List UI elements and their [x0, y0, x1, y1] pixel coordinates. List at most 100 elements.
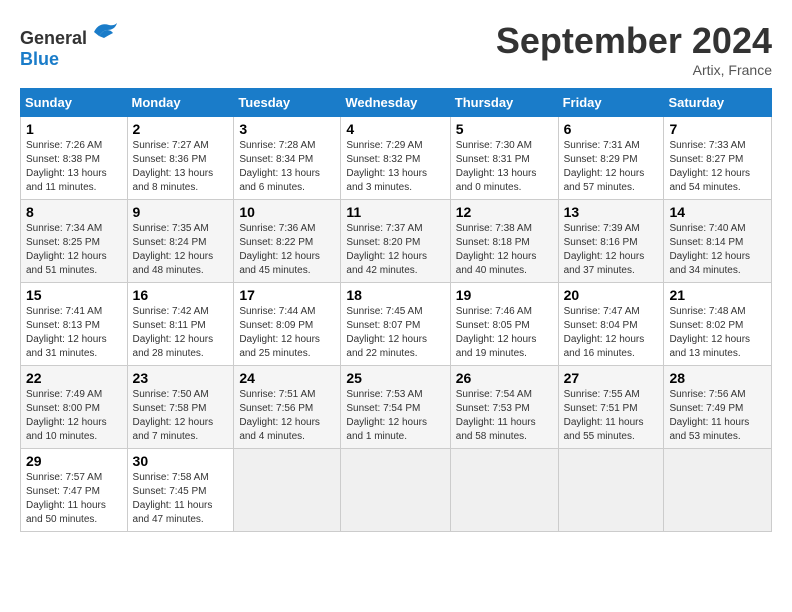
day-number: 10 — [239, 204, 335, 220]
day-detail: Sunrise: 7:50 AMSunset: 7:58 PMDaylight:… — [133, 389, 214, 442]
calendar-cell: 27 Sunrise: 7:55 AMSunset: 7:51 PMDayligh… — [558, 366, 664, 449]
day-number: 5 — [456, 121, 553, 137]
calendar-cell: 13Sunrise: 7:39 AMSunset: 8:16 PMDayligh… — [558, 200, 664, 283]
column-header-monday: Monday — [127, 89, 234, 117]
calendar-cell — [234, 449, 341, 532]
logo-general: General — [20, 28, 87, 48]
day-number: 22 — [26, 370, 122, 386]
calendar-cell — [558, 449, 664, 532]
day-number: 20 — [564, 287, 659, 303]
day-detail: Sunrise: 7:46 AMSunset: 8:05 PMDaylight:… — [456, 306, 537, 359]
column-header-saturday: Saturday — [664, 89, 772, 117]
calendar-cell: 14Sunrise: 7:40 AMSunset: 8:14 PMDayligh… — [664, 200, 772, 283]
calendar-cell: 11 Sunrise: 7:37 AMSunset: 8:20 PMDayligh… — [341, 200, 450, 283]
day-number: 17 — [239, 287, 335, 303]
calendar-cell: 3 Sunrise: 7:28 AMSunset: 8:34 PMDaylight… — [234, 117, 341, 200]
calendar-cell — [341, 449, 450, 532]
day-detail: Sunrise: 7:55 AMSunset: 7:51 PMDaylight:… — [564, 389, 644, 442]
day-detail: Sunrise: 7:48 AMSunset: 8:02 PMDaylight:… — [669, 306, 750, 359]
day-number: 16 — [133, 287, 229, 303]
day-detail: Sunrise: 7:37 AMSunset: 8:20 PMDaylight:… — [346, 223, 427, 276]
day-detail: Sunrise: 7:53 AMSunset: 7:54 PMDaylight:… — [346, 389, 427, 442]
day-detail: Sunrise: 7:35 AMSunset: 8:24 PMDaylight:… — [133, 223, 214, 276]
day-number: 29 — [26, 453, 122, 469]
calendar-cell: 28 Sunrise: 7:56 AMSunset: 7:49 PMDayligh… — [664, 366, 772, 449]
day-detail: Sunrise: 7:51 AMSunset: 7:56 PMDaylight:… — [239, 389, 320, 442]
calendar-cell: 6 Sunrise: 7:31 AMSunset: 8:29 PMDaylight… — [558, 117, 664, 200]
column-header-thursday: Thursday — [450, 89, 558, 117]
calendar-header-row: SundayMondayTuesdayWednesdayThursdayFrid… — [21, 89, 772, 117]
day-number: 4 — [346, 121, 444, 137]
calendar-cell: 4Sunrise: 7:29 AMSunset: 8:32 PMDaylight… — [341, 117, 450, 200]
day-number: 11 — [346, 204, 444, 220]
calendar-cell — [664, 449, 772, 532]
day-detail: Sunrise: 7:26 AMSunset: 8:38 PMDaylight:… — [26, 140, 107, 193]
calendar-cell: 9 Sunrise: 7:35 AMSunset: 8:24 PMDaylight… — [127, 200, 234, 283]
day-detail: Sunrise: 7:30 AMSunset: 8:31 PMDaylight:… — [456, 140, 537, 193]
logo: General Blue — [20, 20, 119, 70]
calendar-cell: 21 Sunrise: 7:48 AMSunset: 8:02 PMDayligh… — [664, 283, 772, 366]
calendar-week-3: 15 Sunrise: 7:41 AMSunset: 8:13 PMDayligh… — [21, 283, 772, 366]
calendar-week-4: 22 Sunrise: 7:49 AMSunset: 8:00 PMDayligh… — [21, 366, 772, 449]
calendar-cell: 23 Sunrise: 7:50 AMSunset: 7:58 PMDayligh… — [127, 366, 234, 449]
page-header: General Blue September 2024 Artix, Franc… — [20, 20, 772, 78]
day-number: 18 — [346, 287, 444, 303]
day-detail: Sunrise: 7:28 AMSunset: 8:34 PMDaylight:… — [239, 140, 320, 193]
day-number: 3 — [239, 121, 335, 137]
day-detail: Sunrise: 7:44 AMSunset: 8:09 PMDaylight:… — [239, 306, 320, 359]
logo-text: General Blue — [20, 20, 119, 70]
day-number: 28 — [669, 370, 766, 386]
day-detail: Sunrise: 7:49 AMSunset: 8:00 PMDaylight:… — [26, 389, 107, 442]
day-number: 12 — [456, 204, 553, 220]
calendar-cell: 17 Sunrise: 7:44 AMSunset: 8:09 PMDayligh… — [234, 283, 341, 366]
calendar-cell: 15 Sunrise: 7:41 AMSunset: 8:13 PMDayligh… — [21, 283, 128, 366]
column-header-sunday: Sunday — [21, 89, 128, 117]
day-number: 13 — [564, 204, 659, 220]
calendar-week-5: 29Sunrise: 7:57 AMSunset: 7:47 PMDayligh… — [21, 449, 772, 532]
day-detail: Sunrise: 7:27 AMSunset: 8:36 PMDaylight:… — [133, 140, 214, 193]
day-number: 15 — [26, 287, 122, 303]
day-detail: Sunrise: 7:56 AMSunset: 7:49 PMDaylight:… — [669, 389, 749, 442]
day-detail: Sunrise: 7:58 AMSunset: 7:45 PMDaylight:… — [133, 472, 213, 525]
column-header-friday: Friday — [558, 89, 664, 117]
day-number: 21 — [669, 287, 766, 303]
title-block: September 2024 Artix, France — [496, 20, 772, 78]
day-detail: Sunrise: 7:45 AMSunset: 8:07 PMDaylight:… — [346, 306, 427, 359]
day-number: 27 — [564, 370, 659, 386]
calendar-cell: 24 Sunrise: 7:51 AMSunset: 7:56 PMDayligh… — [234, 366, 341, 449]
day-detail: Sunrise: 7:31 AMSunset: 8:29 PMDaylight:… — [564, 140, 645, 193]
calendar-cell: 7 Sunrise: 7:33 AMSunset: 8:27 PMDaylight… — [664, 117, 772, 200]
calendar-cell: 19 Sunrise: 7:46 AMSunset: 8:05 PMDayligh… — [450, 283, 558, 366]
day-detail: Sunrise: 7:38 AMSunset: 8:18 PMDaylight:… — [456, 223, 537, 276]
day-detail: Sunrise: 7:33 AMSunset: 8:27 PMDaylight:… — [669, 140, 750, 193]
logo-blue: Blue — [20, 49, 59, 69]
day-number: 24 — [239, 370, 335, 386]
calendar-cell: 8Sunrise: 7:34 AMSunset: 8:25 PMDaylight… — [21, 200, 128, 283]
calendar-cell: 26Sunrise: 7:54 AMSunset: 7:53 PMDayligh… — [450, 366, 558, 449]
calendar-cell: 20Sunrise: 7:47 AMSunset: 8:04 PMDayligh… — [558, 283, 664, 366]
day-number: 19 — [456, 287, 553, 303]
day-number: 9 — [133, 204, 229, 220]
day-detail: Sunrise: 7:40 AMSunset: 8:14 PMDaylight:… — [669, 223, 750, 276]
calendar-table: SundayMondayTuesdayWednesdayThursdayFrid… — [20, 88, 772, 532]
calendar-cell: 22 Sunrise: 7:49 AMSunset: 8:00 PMDayligh… — [21, 366, 128, 449]
calendar-cell: 1 Sunrise: 7:26 AMSunset: 8:38 PMDaylight… — [21, 117, 128, 200]
day-number: 1 — [26, 121, 122, 137]
calendar-cell: 12 Sunrise: 7:38 AMSunset: 8:18 PMDayligh… — [450, 200, 558, 283]
day-number: 23 — [133, 370, 229, 386]
column-header-tuesday: Tuesday — [234, 89, 341, 117]
calendar-week-1: 1 Sunrise: 7:26 AMSunset: 8:38 PMDaylight… — [21, 117, 772, 200]
calendar-cell: 16Sunrise: 7:42 AMSunset: 8:11 PMDayligh… — [127, 283, 234, 366]
calendar-cell: 18 Sunrise: 7:45 AMSunset: 8:07 PMDayligh… — [341, 283, 450, 366]
day-number: 6 — [564, 121, 659, 137]
day-number: 25 — [346, 370, 444, 386]
day-detail: Sunrise: 7:41 AMSunset: 8:13 PMDaylight:… — [26, 306, 107, 359]
day-number: 8 — [26, 204, 122, 220]
day-number: 26 — [456, 370, 553, 386]
calendar-cell: 5 Sunrise: 7:30 AMSunset: 8:31 PMDaylight… — [450, 117, 558, 200]
calendar-cell: 10Sunrise: 7:36 AMSunset: 8:22 PMDayligh… — [234, 200, 341, 283]
location: Artix, France — [496, 62, 772, 78]
day-number: 7 — [669, 121, 766, 137]
calendar-week-2: 8Sunrise: 7:34 AMSunset: 8:25 PMDaylight… — [21, 200, 772, 283]
day-number: 2 — [133, 121, 229, 137]
